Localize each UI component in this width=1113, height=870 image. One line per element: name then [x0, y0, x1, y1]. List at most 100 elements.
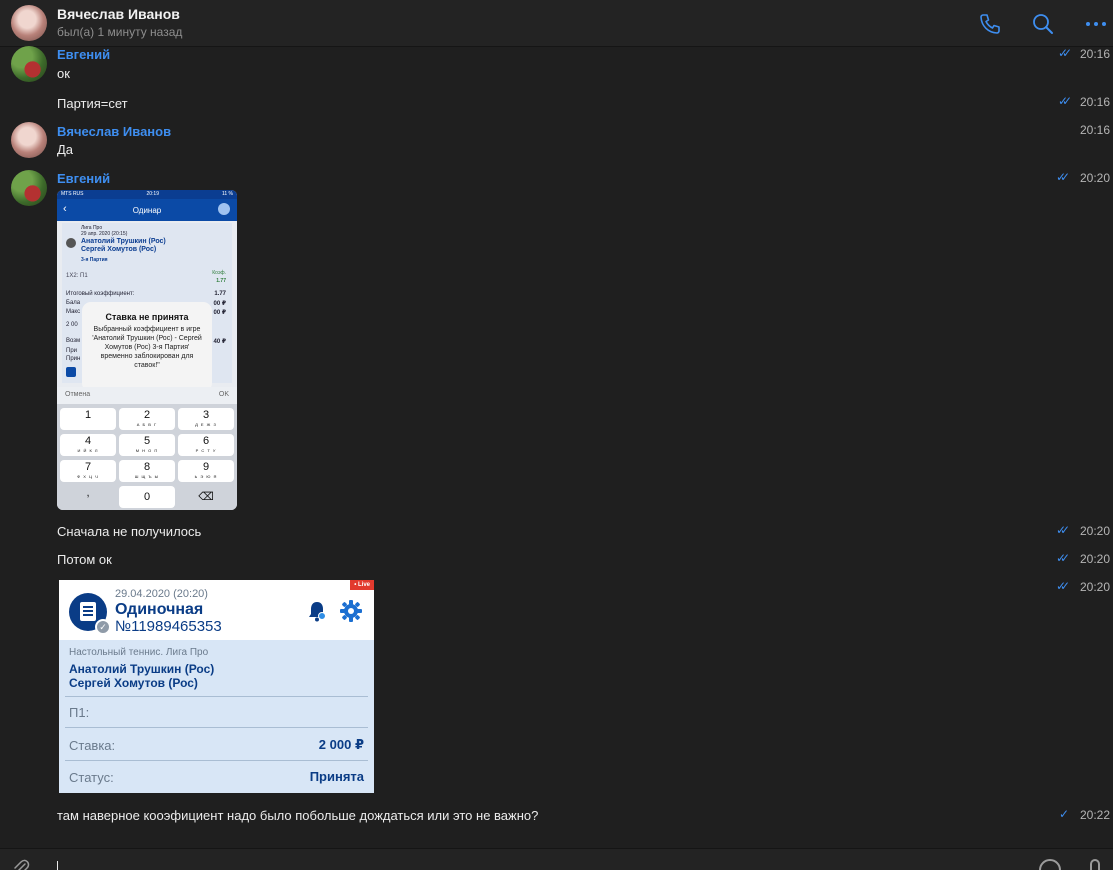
slip-title: Одиночная	[115, 601, 204, 618]
message-time: 20:20	[1079, 524, 1110, 538]
key-digit: 3	[202, 409, 210, 421]
battery: 11 %	[221, 191, 233, 197]
phone-status-bar: MTS RUS 20:19 11 %	[57, 190, 237, 199]
avatar[interactable]	[11, 5, 47, 41]
message-input[interactable]	[57, 861, 58, 870]
key: 6Р С Т У	[178, 434, 234, 456]
chat-title[interactable]: Вячеслав Иванов	[57, 6, 180, 22]
last-seen-status: был(а) 1 минуту назад	[57, 25, 183, 39]
read-checks-icon: ✓✓	[1056, 170, 1070, 184]
backspace-icon: ⌫	[198, 491, 214, 503]
carrier: MTS RUS	[61, 191, 84, 197]
cancel-label: Отмена	[65, 391, 91, 398]
search-icon[interactable]	[1031, 12, 1055, 36]
key: ⌫	[178, 486, 234, 508]
more-icon[interactable]	[1084, 12, 1108, 36]
check-icon: ✓	[95, 619, 111, 635]
avatar[interactable]	[11, 46, 47, 82]
avatar[interactable]	[11, 170, 47, 206]
microphone-icon[interactable]	[1090, 859, 1100, 870]
status-value: Принята	[309, 769, 364, 784]
status-label: Статус:	[69, 770, 114, 785]
key: 8Ш Щ Ъ Ы	[119, 460, 175, 482]
key-digit: 8	[143, 461, 151, 473]
key-letters: Ф Х Ц Ч	[77, 474, 99, 479]
ok-label: OK	[218, 391, 229, 398]
key: 5М Н О П	[119, 434, 175, 456]
balance-value: 00 ₽	[213, 301, 226, 307]
alert-title: Ставка не принята	[105, 312, 189, 322]
photo-attachment[interactable]: MTS RUS 20:19 11 % ‹ Одинар Лига Про 29 …	[57, 190, 237, 510]
key-digit: 1	[84, 409, 92, 421]
read-checks-icon: ✓✓	[1056, 579, 1070, 593]
numeric-keypad: 1 2А Б В Г 3Д Е Ж З 4И Й К Л 5М Н О П 6Р…	[57, 404, 237, 510]
max-value: 00 ₽	[213, 310, 226, 316]
message-time: 20:20	[1079, 580, 1110, 594]
message-author[interactable]: Евгений	[57, 171, 110, 186]
message-time: 20:16	[1079, 95, 1110, 109]
player-1: Анатолий Трушкин (Рос)	[81, 238, 166, 245]
match-datetime: 29 апр. 2020 (20:15)	[81, 231, 128, 237]
slip-number: №11989465353	[115, 618, 222, 635]
key-letters: Р С Т У	[195, 448, 217, 453]
amount-field: 2 00	[66, 322, 78, 328]
game-label: 3-я Партия	[81, 257, 108, 263]
read-checks-icon: ✓✓	[1058, 46, 1072, 60]
message-author[interactable]: Вячеслав Иванов	[57, 124, 171, 139]
key-digit: 9	[202, 461, 210, 473]
key-letters: Ь Э Ю Я	[194, 474, 218, 479]
phone-nav-bar: ‹ Одинар	[57, 199, 237, 221]
message-time: 20:22	[1079, 808, 1110, 822]
read-checks-icon: ✓✓	[1058, 94, 1072, 108]
table-tennis-icon	[66, 238, 76, 248]
read-checks-icon: ✓✓	[1056, 551, 1070, 565]
phone-icon[interactable]	[978, 12, 1002, 36]
checkbox-icon	[66, 367, 76, 377]
key-digit: 7	[84, 461, 92, 473]
key-letters: М Н О П	[135, 448, 159, 453]
message-text: ок	[57, 66, 70, 81]
bell-icon	[309, 602, 326, 622]
message-composer	[0, 848, 1113, 870]
chat-header: Вячеслав Иванов был(а) 1 минуту назад	[0, 0, 1113, 47]
read-checks-icon: ✓✓	[1056, 523, 1070, 537]
phone-nav-title: Одинар	[132, 206, 162, 215]
player-1: Анатолий Трушкин (Рос)	[69, 662, 215, 676]
message-author[interactable]: Евгений	[57, 47, 110, 62]
emoji-icon[interactable]	[1039, 859, 1061, 870]
balance-label: Бала	[66, 300, 81, 306]
accept-label: Прин	[66, 356, 81, 362]
receipt-icon: ✓	[69, 593, 111, 635]
gear-icon	[340, 600, 362, 622]
max-label: Макс	[66, 309, 81, 315]
key-digit: 6	[202, 435, 210, 447]
match-players: Анатолий Трушкин (Рос) Сергей Хомутов (Р…	[81, 238, 166, 254]
key: ,	[60, 486, 116, 508]
koef-label: Коэф.	[212, 270, 226, 276]
message-time: 20:16	[1079, 47, 1110, 61]
bet-line: 1Х2: П1	[66, 273, 88, 279]
alert-dialog: Ставка не принята Выбранный коэффициент …	[82, 302, 212, 392]
message-text: Да	[57, 142, 74, 157]
message-time: 20:20	[1079, 171, 1110, 185]
avatar[interactable]	[11, 122, 47, 158]
key-letters: А Б В Г	[136, 422, 158, 427]
live-badge: • Live	[350, 580, 374, 590]
key: 1	[60, 408, 116, 430]
koef-value: 1.77	[216, 278, 226, 284]
player-2: Сергей Хомутов (Рос)	[69, 676, 198, 690]
possible-win-value: 40 ₽	[213, 339, 226, 345]
slip-category: Настольный теннис. Лига Про	[69, 647, 209, 658]
key: 3Д Е Ж З	[178, 408, 234, 430]
gear-icon	[218, 203, 230, 215]
slip-date: 29.04.2020 (20:20)	[115, 588, 208, 600]
photo-attachment[interactable]: • Live ✓ 29.04.2020 (20:20) Одиночная №1…	[59, 580, 374, 793]
message-text: Сначала не получилось	[57, 524, 202, 539]
total-value: 1.77	[214, 291, 226, 297]
attach-icon[interactable]	[12, 859, 30, 870]
possible-win-label: Возм	[66, 338, 81, 344]
divider	[65, 696, 368, 697]
stake-label: Ставка:	[69, 738, 116, 753]
message-text: Партия=сет	[57, 96, 128, 111]
message-time: 20:20	[1079, 552, 1110, 566]
